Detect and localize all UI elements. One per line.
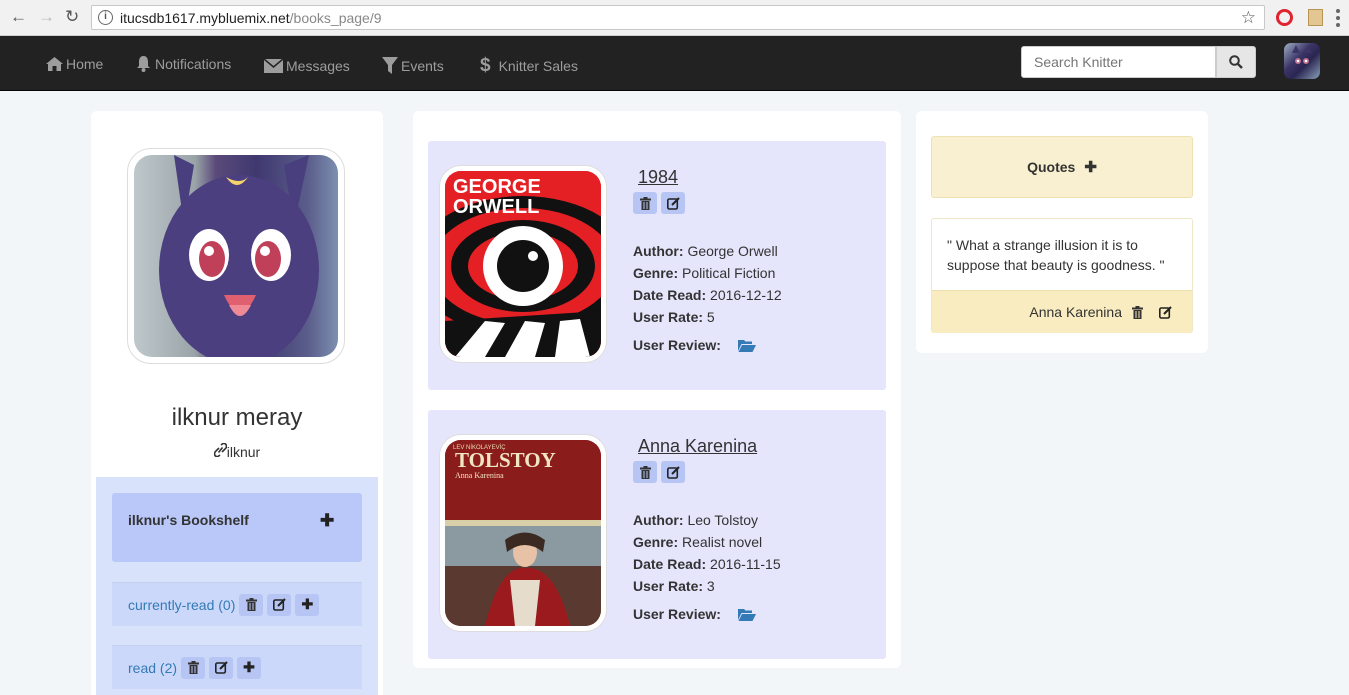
home-icon	[46, 56, 63, 71]
delete-book-trash-icon[interactable]	[633, 461, 657, 483]
book-review: User Review:	[633, 606, 756, 622]
nav-events-label: Events	[401, 57, 444, 74]
add-quote-plus-icon[interactable]: ✚	[1084, 158, 1097, 176]
book-date: 2016-11-15	[710, 556, 781, 572]
shelf-row-currently-read: currently-read (0) ✚	[112, 582, 362, 626]
browser-menu-icon[interactable]	[1336, 9, 1340, 27]
shelf-link[interactable]: currently-read (0)	[128, 597, 235, 613]
book-title-link[interactable]: Anna Karenina	[638, 436, 757, 457]
quote-text: " What a strange illusion it is to suppo…	[947, 237, 1165, 273]
delete-quote-trash-icon[interactable]	[1132, 305, 1143, 319]
nav-home-label: Home	[66, 55, 104, 72]
reload-icon[interactable]: ↻	[65, 8, 79, 26]
delete-book-trash-icon[interactable]	[633, 192, 657, 214]
top-navbar: Home Notifications Messages Events $ Kni…	[0, 36, 1349, 91]
add-book-plus-icon[interactable]: ✚	[237, 656, 262, 679]
note-extension-icon[interactable]	[1308, 9, 1323, 26]
profile-username-text: ilknur	[226, 444, 261, 460]
book-rate: 3	[706, 578, 715, 594]
profile-picture[interactable]	[127, 148, 345, 364]
envelope-icon	[264, 58, 283, 73]
shelf-link[interactable]: read (2)	[128, 660, 177, 676]
quotes-title: Quotes	[1027, 159, 1076, 175]
nav-messages[interactable]: Messages	[264, 38, 350, 93]
book-cover[interactable]: GEORGE ORWELL	[439, 165, 607, 363]
bell-icon	[137, 56, 150, 72]
bookshelf-header: ilknur's Bookshelf ✚	[112, 493, 362, 562]
book-author: Leo Tolstoy	[687, 512, 759, 528]
book-author: George Orwell	[687, 243, 778, 259]
search-input[interactable]	[1021, 46, 1216, 78]
book-genre: Realist novel	[682, 534, 763, 550]
filter-icon	[382, 56, 398, 74]
search-icon	[1229, 55, 1243, 69]
bookshelf-title: ilknur's Bookshelf	[128, 512, 249, 528]
cover-anna-karenina-image: LEV NİKOLAYEVİÇ TOLSTOY Anna Karenina	[445, 440, 601, 626]
quote-footer: Anna Karenina	[932, 290, 1192, 333]
book-cover[interactable]: LEV NİKOLAYEVİÇ TOLSTOY Anna Karenina	[439, 434, 607, 632]
book-meta: Author: Leo Tolstoy Genre: Realist novel…	[633, 512, 781, 594]
search-button[interactable]	[1216, 46, 1256, 78]
book-card: LEV NİKOLAYEVİÇ TOLSTOY Anna Karenina An…	[428, 410, 886, 659]
quote-book-name: Anna Karenina	[1029, 304, 1122, 320]
cover-author-line2: ORWELL	[453, 196, 539, 218]
cat-avatar-icon	[1292, 45, 1312, 64]
browser-toolbar: ← → ↻ i itucsdb1617.mybluemix.net/books_…	[0, 0, 1349, 36]
bookmark-star-icon[interactable]: ☆	[1241, 8, 1256, 28]
edit-shelf-edit-icon[interactable]	[209, 656, 234, 679]
back-icon[interactable]: ←	[10, 8, 27, 26]
info-icon[interactable]: i	[98, 10, 113, 25]
book-title-link[interactable]: 1984	[638, 167, 678, 188]
cover-1984-image: GEORGE ORWELL	[445, 171, 601, 357]
book-rate: 5	[706, 309, 715, 325]
link-icon	[213, 442, 228, 458]
quote-item: " What a strange illusion it is to suppo…	[931, 218, 1193, 333]
nav-knitter-sales[interactable]: $ Knitter Sales	[480, 38, 578, 93]
book-review: User Review:	[633, 337, 756, 353]
nav-home[interactable]: Home	[46, 36, 103, 91]
luna-cat-image	[159, 155, 319, 357]
cover-book-subtitle: Anna Karenina	[455, 471, 504, 480]
delete-shelf-trash-icon[interactable]	[239, 593, 264, 616]
folder-open-icon[interactable]	[737, 608, 756, 621]
shelf-row-read: read (2) ✚	[112, 645, 362, 689]
edit-book-edit-icon[interactable]	[661, 192, 685, 214]
delete-shelf-trash-icon[interactable]	[181, 656, 206, 679]
opera-extension-icon[interactable]	[1276, 9, 1293, 26]
book-date: 2016-12-12	[710, 287, 782, 303]
profile-name: ilknur meray	[171, 404, 303, 431]
edit-book-edit-icon[interactable]	[661, 461, 685, 483]
edit-quote-edit-icon[interactable]	[1159, 305, 1172, 319]
cover-author-name: TOLSTOY	[455, 448, 556, 472]
book-genre: Political Fiction	[682, 265, 776, 281]
quotes-header: Quotes ✚	[931, 136, 1193, 198]
folder-open-icon[interactable]	[737, 339, 756, 352]
nav-knitter-sales-label: Knitter Sales	[498, 57, 578, 74]
forward-icon[interactable]: →	[38, 8, 55, 26]
add-book-plus-icon[interactable]: ✚	[295, 593, 320, 616]
add-shelf-plus-icon[interactable]: ✚	[320, 511, 334, 531]
nav-events[interactable]: Events	[382, 38, 444, 93]
book-card: GEORGE ORWELL 1984 Author: George Orwell…	[428, 141, 886, 390]
book-meta: Author: George Orwell Genre: Political F…	[633, 243, 782, 325]
address-bar[interactable]: i itucsdb1617.mybluemix.net/books_page/9…	[91, 5, 1265, 30]
url-text[interactable]: itucsdb1617.mybluemix.net/books_page/9	[120, 10, 382, 26]
nav-messages-label: Messages	[286, 57, 350, 74]
cover-author-line1: GEORGE	[453, 176, 541, 198]
edit-shelf-edit-icon[interactable]	[267, 593, 292, 616]
nav-notifications-label: Notifications	[155, 55, 232, 72]
user-avatar[interactable]	[1284, 43, 1320, 79]
dollar-icon: $	[480, 54, 491, 76]
profile-username[interactable]: ilknur	[91, 442, 383, 460]
nav-notifications[interactable]: Notifications	[135, 36, 231, 91]
